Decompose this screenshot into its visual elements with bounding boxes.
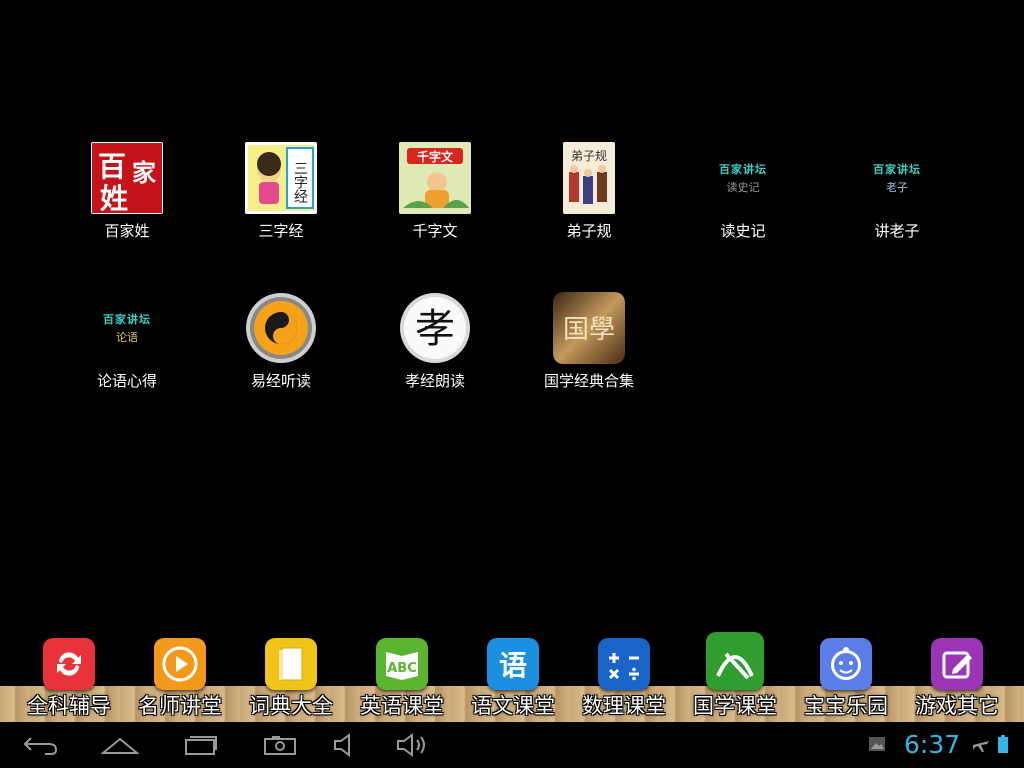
dock-label: 游戏其它: [915, 694, 999, 718]
app-dushiji[interactable]: 百家讲坛 读史记 读史记: [666, 140, 820, 250]
app-label: 千字文: [412, 222, 458, 240]
qianziwen-icon: 千字文: [399, 142, 471, 214]
app-baijiaxing[interactable]: 百 家 姓 百家姓: [50, 140, 204, 250]
dock-item-mingshi[interactable]: 名师讲堂: [124, 632, 236, 722]
app-label: 国学经典合集: [543, 372, 634, 390]
app-label: 易经听读: [250, 372, 311, 390]
app-guoxue-collection[interactable]: 国學 国学经典合集: [512, 290, 666, 400]
app-yijing[interactable]: 易经听读: [204, 290, 358, 400]
back-button[interactable]: [20, 730, 62, 760]
dizigui-icon: 弟子规: [563, 142, 615, 214]
volume-down-icon: [334, 733, 350, 757]
app-label: 论语心得: [96, 372, 157, 390]
svg-text:弟子规: 弟子规: [571, 148, 607, 163]
app-lunyu[interactable]: 百家讲坛 论语 论语心得: [50, 290, 204, 400]
home-button[interactable]: [100, 730, 140, 760]
gallery-notification-icon[interactable]: [868, 736, 886, 756]
app-label: 讲老子: [874, 222, 920, 240]
svg-text:三字经: 三字经: [292, 161, 308, 203]
dock: 全科辅导 名师讲堂 词典大全 ABC 英语课堂 语 语文课堂 数理课堂 国学课堂…: [0, 632, 1024, 722]
app-label: 百家姓: [104, 222, 150, 240]
app-xiaojing[interactable]: 孝 孝经朗读: [358, 290, 512, 400]
clock: 6:37: [904, 730, 961, 759]
baijiaxing-icon: 百 家 姓: [91, 142, 163, 214]
recent-apps-icon: [185, 736, 217, 755]
dock-item-shuli[interactable]: 数理课堂: [568, 632, 680, 722]
home-screen: 百 家 姓 百家姓 三字经 三字经 千字文 千字文 弟子规 弟子规 百家讲坛 读…: [0, 0, 1024, 768]
app-jianglaozi[interactable]: 百家讲坛 老子 讲老子: [820, 140, 974, 250]
back-icon: [23, 737, 58, 755]
recent-apps-button[interactable]: [180, 730, 220, 760]
xiaojing-icon: 孝: [399, 292, 471, 364]
dock-label: 英语课堂: [360, 694, 444, 718]
dock-label: 全科辅导: [27, 694, 111, 718]
dock-item-quanke[interactable]: 全科辅导: [13, 632, 125, 722]
svg-text:孝: 孝: [415, 306, 455, 352]
svg-text:ABC: ABC: [387, 661, 417, 676]
battery-icon: [998, 735, 1008, 757]
navigation-bar: 6:37: [0, 722, 1024, 768]
volume-up-button[interactable]: [392, 730, 432, 760]
airplane-mode-icon: [972, 736, 990, 758]
dock-label: 词典大全: [249, 694, 333, 718]
dock-item-yingyu[interactable]: ABC 英语课堂: [346, 632, 458, 722]
home-icon: [101, 737, 139, 754]
dock-label: 数理课堂: [582, 694, 666, 718]
yu-icon: 语: [487, 638, 539, 690]
guoxue-collection-icon: 国學: [553, 292, 625, 364]
dock-item-baobao[interactable]: 宝宝乐园: [790, 632, 902, 722]
dock-label: 宝宝乐园: [804, 694, 888, 718]
app-label: 读史记: [720, 222, 766, 240]
baby-face-icon: [820, 638, 872, 690]
app-label: 孝经朗读: [404, 372, 465, 390]
volume-down-button[interactable]: [326, 730, 366, 760]
app-label: 三字经: [258, 222, 304, 240]
yijing-icon: [245, 292, 317, 364]
dock-label: 名师讲堂: [138, 694, 222, 718]
guoxue-icon: [706, 632, 764, 690]
math-icon: [598, 638, 650, 690]
edit-icon: [931, 638, 983, 690]
app-sanzijing[interactable]: 三字经 三字经: [204, 140, 358, 250]
play-icon: [154, 638, 206, 690]
camera-icon: [264, 736, 296, 755]
screenshot-button[interactable]: [260, 730, 300, 760]
refresh-icon: [43, 638, 95, 690]
dock-item-guoxue[interactable]: 国学课堂: [679, 632, 791, 722]
dock-item-youxi[interactable]: 游戏其它: [901, 632, 1013, 722]
dock-item-cidian[interactable]: 词典大全: [235, 632, 347, 722]
dock-label: 国学课堂: [693, 694, 777, 718]
sanzijing-icon: 三字经: [245, 142, 317, 214]
book-icon: [265, 638, 317, 690]
jianglaozi-icon: 百家讲坛 老子: [873, 163, 921, 194]
svg-text:千字文: 千字文: [417, 149, 454, 164]
dock-label: 语文课堂: [471, 694, 555, 718]
lunyu-icon: 百家讲坛 论语: [103, 313, 151, 344]
abc-icon: ABC: [376, 638, 428, 690]
dock-item-yuwen[interactable]: 语 语文课堂: [457, 632, 569, 722]
dushiji-icon: 百家讲坛 读史记: [719, 163, 767, 194]
volume-up-icon: [397, 733, 425, 757]
svg-text:国學: 国學: [563, 315, 615, 345]
app-qianziwen[interactable]: 千字文 千字文: [358, 140, 512, 250]
app-label: 弟子规: [566, 222, 612, 240]
app-dizigui[interactable]: 弟子规 弟子规: [512, 140, 666, 250]
